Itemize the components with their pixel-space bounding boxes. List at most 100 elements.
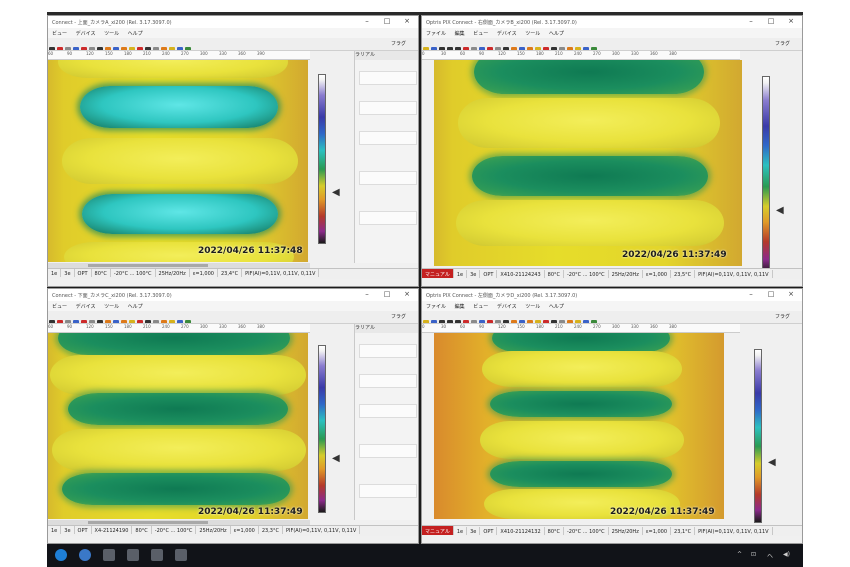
menu-tools[interactable]: ツール	[104, 303, 119, 310]
flag-label[interactable]: フラグ	[775, 313, 790, 320]
ruler-tick: 330	[631, 51, 639, 56]
ruler-tick: 330	[219, 324, 227, 329]
maximize-icon[interactable]: □	[382, 17, 392, 25]
minimize-icon[interactable]: –	[746, 17, 756, 25]
minimize-icon[interactable]: –	[362, 17, 372, 25]
menu-device[interactable]: デバイス	[76, 303, 96, 310]
window-bottom-right[interactable]: Optris PIX Connect - 左側面_カメラD_xi200 (Rel…	[421, 288, 803, 544]
status-item[interactable]: 3e	[61, 269, 75, 277]
menu-edit[interactable]: 編集	[455, 30, 465, 37]
titlebar[interactable]: Connect - 上面_カメラA_xi200 (Rel. 3.17.3097.…	[48, 16, 418, 28]
titlebar[interactable]: Optris PIX Connect - 左側面_カメラD_xi200 (Rel…	[422, 289, 802, 301]
thermal-image[interactable]: 2022/04/26 11:37:49	[434, 333, 724, 519]
maximize-icon[interactable]: □	[766, 17, 776, 25]
menu-device[interactable]: デバイス	[497, 30, 517, 37]
minimize-icon[interactable]: –	[362, 290, 372, 298]
status-item[interactable]: 3e	[61, 526, 75, 534]
status-item: 80°C	[545, 527, 564, 535]
tray-ime-icon[interactable]: ヘ	[767, 551, 773, 560]
horizontal-ruler: 0 30 60 90 120 150 180 210 240 270 300 330 360 380	[422, 324, 740, 333]
status-item[interactable]: 1e	[48, 526, 62, 534]
maximize-icon[interactable]: □	[382, 290, 392, 298]
menu-help[interactable]: ヘルプ	[549, 30, 564, 37]
close-icon[interactable]: ×	[786, 17, 796, 25]
status-item[interactable]: OPT	[480, 270, 498, 278]
window-bottom-left[interactable]: Connect - 下面_カメラC_xi200 (Rel. 3.17.3097.…	[47, 288, 419, 544]
coil-gap-cool	[490, 461, 672, 487]
ruler-tick: 90	[67, 324, 73, 329]
scale-pointer-icon[interactable]: ◀	[768, 457, 776, 468]
menu-help[interactable]: ヘルプ	[128, 30, 143, 37]
menu-tools[interactable]: ツール	[525, 303, 540, 310]
menu-help[interactable]: ヘルプ	[549, 303, 564, 310]
status-item[interactable]: OPT	[75, 526, 92, 534]
scale-pointer-icon[interactable]: ◀	[776, 205, 784, 216]
status-item[interactable]: 1e	[454, 527, 468, 535]
timestamp-overlay: 2022/04/26 11:37:49	[610, 507, 715, 517]
menu-view[interactable]: ビュー	[473, 30, 488, 37]
flag-label[interactable]: フラグ	[391, 313, 406, 320]
app-icon[interactable]	[79, 549, 91, 561]
taskbar: ^ ⊡ ヘ ◀)	[47, 544, 803, 567]
ruler-tick: 120	[86, 51, 94, 56]
tray-expand-icon[interactable]: ^	[737, 551, 742, 558]
status-item: PIF(AI)=0,11V, 0,11V, 0,11V	[242, 269, 320, 277]
mode-badge[interactable]: マニュアル	[422, 269, 454, 278]
status-item[interactable]: 3e	[467, 270, 481, 278]
edge-icon[interactable]	[55, 549, 67, 561]
scale-pointer-icon[interactable]: ◀	[332, 453, 340, 464]
ruler-tick: 300	[612, 324, 620, 329]
menu-view[interactable]: ビュー	[52, 303, 67, 310]
menu-file[interactable]: ファイル	[426, 303, 446, 310]
menu-edit[interactable]: 編集	[455, 303, 465, 310]
window-top-right[interactable]: Optris PIX Connect - 右側面_カメラB_xi200 (Rel…	[421, 15, 803, 287]
coil-turn-warm	[482, 351, 682, 387]
status-item: 25Hz/20Hz	[196, 526, 231, 534]
titlebar[interactable]: Optris PIX Connect - 右側面_カメラB_xi200 (Rel…	[422, 16, 802, 28]
thermal-image[interactable]: 2022/04/26 11:37:48	[48, 60, 308, 262]
scale-pointer-icon[interactable]: ◀	[332, 187, 340, 198]
thermal-image[interactable]: 2022/04/26 11:37:49	[434, 60, 742, 266]
ruler-tick: 300	[612, 51, 620, 56]
menubar: ビュー デバイス ツール ヘルプ	[48, 301, 418, 311]
ruler-tick: 210	[555, 324, 563, 329]
window-icon[interactable]	[151, 549, 163, 561]
menu-file[interactable]: ファイル	[426, 30, 446, 37]
window-icon[interactable]	[127, 549, 139, 561]
window-icon[interactable]	[103, 549, 115, 561]
menu-device[interactable]: デバイス	[497, 303, 517, 310]
menu-tools[interactable]: ツール	[525, 30, 540, 37]
ruler-tick: 150	[517, 324, 525, 329]
status-item[interactable]: OPT	[480, 527, 498, 535]
close-icon[interactable]: ×	[402, 17, 412, 25]
tray-network-icon[interactable]: ⊡	[751, 551, 756, 558]
status-item[interactable]: 1e	[48, 269, 62, 277]
status-item: 80°C	[92, 269, 111, 277]
status-item[interactable]: 3e	[467, 527, 481, 535]
flag-label[interactable]: フラグ	[775, 40, 790, 47]
menu-view[interactable]: ビュー	[52, 30, 67, 37]
window-top-left[interactable]: Connect - 上面_カメラA_xi200 (Rel. 3.17.3097.…	[47, 15, 419, 287]
menu-help[interactable]: ヘルプ	[128, 303, 143, 310]
menu-device[interactable]: デバイス	[76, 30, 96, 37]
tray-volume-icon[interactable]: ◀)	[783, 551, 790, 558]
close-icon[interactable]: ×	[402, 290, 412, 298]
coil-turn-warm	[62, 138, 298, 184]
color-scale-bar	[762, 76, 770, 274]
close-icon[interactable]: ×	[786, 290, 796, 298]
minimize-icon[interactable]: –	[746, 290, 756, 298]
window-icon[interactable]	[175, 549, 187, 561]
maximize-icon[interactable]: □	[766, 290, 776, 298]
titlebar[interactable]: Connect - 下面_カメラC_xi200 (Rel. 3.17.3097.…	[48, 289, 418, 301]
ruler-tick: 90	[67, 51, 73, 56]
menu-view[interactable]: ビュー	[473, 303, 488, 310]
toolbar: フラグ	[422, 311, 802, 324]
mode-badge[interactable]: マニュアル	[422, 526, 454, 535]
status-item[interactable]: 1e	[454, 270, 468, 278]
color-scale-bar	[754, 349, 762, 523]
flag-label[interactable]: フラグ	[391, 40, 406, 47]
menu-tools[interactable]: ツール	[104, 30, 119, 37]
status-item[interactable]: OPT	[75, 269, 92, 277]
thermal-image[interactable]: 2022/04/26 11:37:49	[48, 333, 308, 519]
ruler-tick: 360	[650, 51, 658, 56]
